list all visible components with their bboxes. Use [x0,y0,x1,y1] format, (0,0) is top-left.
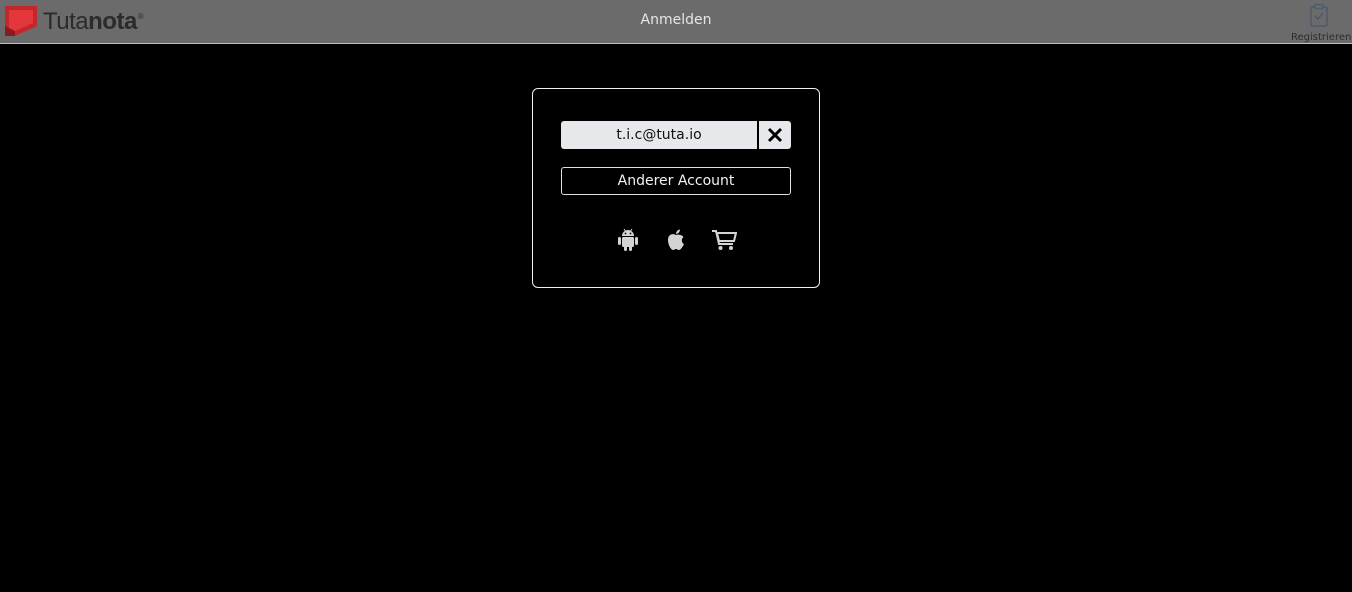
saved-account-row: t.i.c@tuta.io [561,121,791,149]
saved-account-button[interactable]: t.i.c@tuta.io [561,121,757,149]
page-title: Anmelden [640,12,712,28]
app-links [533,227,819,253]
android-app-link[interactable] [615,227,641,253]
other-account-button[interactable]: Anderer Account [561,167,791,195]
apple-icon [668,229,684,250]
remove-account-button[interactable] [759,121,791,149]
android-icon [618,228,638,251]
close-icon [767,127,783,143]
register-button[interactable]: Registrieren [1291,3,1352,43]
login-card: t.i.c@tuta.io Anderer Account [532,88,820,288]
register-label: Registrieren [1291,32,1352,43]
shop-link[interactable] [711,227,737,253]
clipboard-check-icon [1310,3,1328,27]
cart-icon [712,230,737,250]
header-bar: Tutanota® Anmelden Registrieren [0,0,1352,44]
ios-app-link[interactable] [663,227,689,253]
